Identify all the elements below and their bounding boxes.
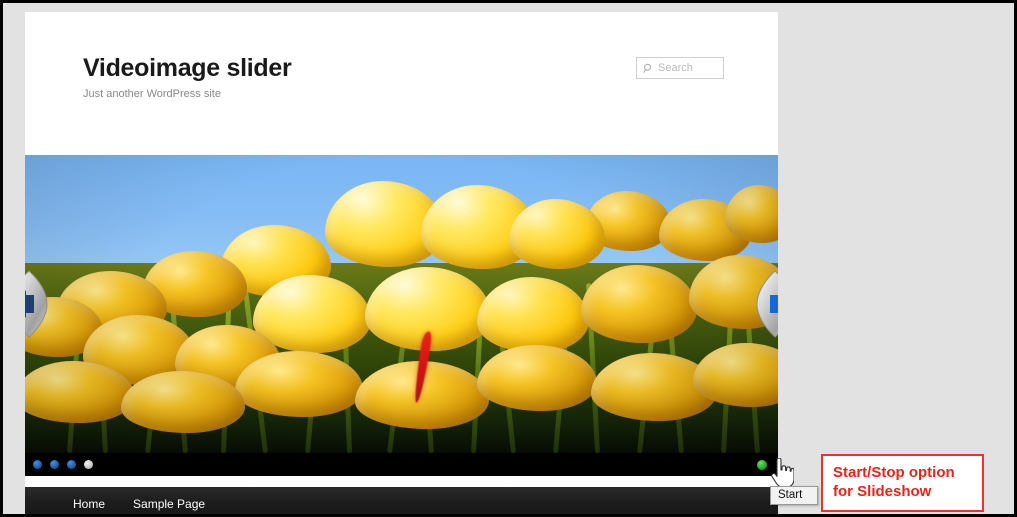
slide-image xyxy=(25,155,778,453)
nav-item-home[interactable]: Home xyxy=(73,497,105,511)
start-stop-slideshow-button[interactable] xyxy=(757,460,767,470)
slider-control-bar xyxy=(25,453,778,476)
search-box[interactable] xyxy=(636,57,724,79)
annotation-line-1: Start/Stop option xyxy=(833,464,955,481)
content-spacer xyxy=(25,476,778,487)
slider-pagination xyxy=(33,460,93,469)
annotation-callout: Start/Stop option for Slideshow xyxy=(821,454,984,512)
site-tagline: Just another WordPress site xyxy=(83,88,221,100)
search-input[interactable] xyxy=(658,62,718,74)
main-navigation: Home Sample Page xyxy=(25,487,778,514)
pagination-dot[interactable] xyxy=(50,460,59,469)
slider-prev-button[interactable] xyxy=(25,270,48,338)
start-tooltip: Start xyxy=(770,486,818,505)
website-page: Videoimage slider Just another WordPress… xyxy=(25,12,778,514)
pagination-dot-active[interactable] xyxy=(84,460,93,469)
page-title: Videoimage slider xyxy=(83,54,292,82)
nav-item-sample-page[interactable]: Sample Page xyxy=(133,497,205,511)
pagination-dot[interactable] xyxy=(67,460,76,469)
image-slider xyxy=(25,155,778,453)
site-header: Videoimage slider Just another WordPress… xyxy=(25,12,778,155)
pagination-dot[interactable] xyxy=(33,460,42,469)
slider-next-button[interactable] xyxy=(756,270,778,338)
browser-screenshot-frame: Videoimage slider Just another WordPress… xyxy=(0,0,1017,517)
search-icon xyxy=(643,63,654,74)
annotation-line-2: for Slideshow xyxy=(833,483,932,501)
